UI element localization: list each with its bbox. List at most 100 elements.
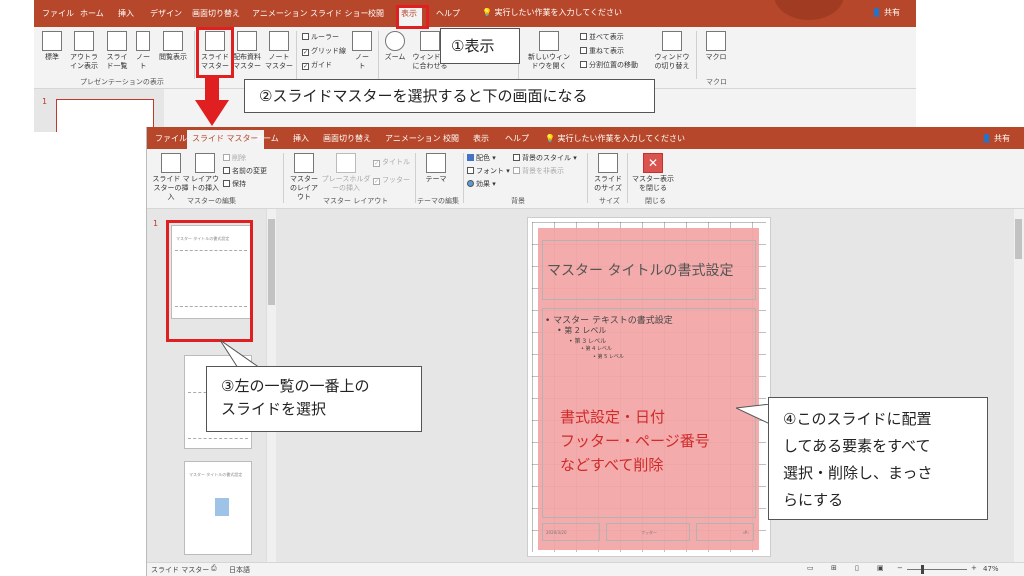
separator (463, 153, 464, 203)
outline-label: アウトライン表示 (70, 53, 98, 70)
delete-button[interactable]: 削除 (223, 153, 246, 163)
date-placeholder[interactable]: 2020/3/20 (542, 523, 600, 541)
tab-home[interactable]: ホーム (255, 133, 279, 144)
handout-master-icon (237, 31, 257, 51)
rename-button[interactable]: 名前の変更 (223, 166, 267, 176)
insert-placeholder-button[interactable]: プレースホルダーの挿入 (321, 153, 371, 193)
insert-layout-button[interactable]: レイアウトの挿入 (191, 153, 219, 193)
move-split-button[interactable]: 分割位置の移動 (580, 60, 638, 70)
tab-slide-master[interactable]: スライド マスター (187, 130, 264, 149)
callout-step4-line1: ④このスライドに配置 (783, 410, 932, 428)
footer-placeholder[interactable]: フッター (606, 523, 690, 541)
tell-me-box[interactable]: 💡 実行したい作業を入力してください (482, 7, 622, 18)
tab-home[interactable]: ホーム (80, 8, 104, 19)
notes-page-label: ノート (136, 53, 150, 70)
gridlines-checkbox[interactable]: ✓ グリッド線 (302, 46, 346, 56)
zoom-level[interactable]: 47% (983, 565, 999, 573)
tab-transitions[interactable]: 画面切り替え (192, 8, 240, 19)
tab-help[interactable]: ヘルプ (436, 8, 460, 19)
slide-sorter-button[interactable]: スライド一覧 (104, 31, 130, 71)
separator (194, 31, 195, 79)
slide-master-button-highlight (196, 27, 234, 78)
preserve-button[interactable]: 保持 (223, 179, 246, 189)
tab-slideshow[interactable]: スライド ショー (310, 8, 369, 19)
notes-toggle-button[interactable]: ノート (352, 31, 372, 71)
zoom-button[interactable]: ズーム (382, 31, 408, 62)
slideshow-icon[interactable]: ▣ (877, 564, 884, 572)
zoom-in-icon[interactable]: + (971, 564, 977, 572)
reading-view-button[interactable]: 閲覧表示 (156, 31, 190, 62)
reading-view-icon[interactable]: ▯ (855, 564, 859, 572)
normal-view-icon[interactable]: ▭ (807, 564, 814, 572)
tab-review[interactable]: 校閲 (368, 8, 384, 19)
tell-me-box[interactable]: 💡 実行したい作業を入力してください (545, 133, 685, 144)
footer-checkbox[interactable]: ✓ フッター (373, 175, 410, 185)
handout-master-button[interactable]: 配布資料マスター (232, 31, 262, 71)
arrange-all-button[interactable]: 並べて表示 (580, 32, 624, 42)
title-checkbox[interactable]: ✓ タイトル (373, 157, 410, 167)
slide-sorter-icon[interactable]: ⊞ (831, 564, 837, 572)
colors-dropdown[interactable]: 配色 ▾ (467, 153, 496, 163)
insert-layout-label: レイアウトの挿入 (191, 175, 219, 192)
cascade-button[interactable]: 重ねて表示 (580, 46, 624, 56)
tab-insert[interactable]: 挿入 (118, 8, 134, 19)
callout-step3-line2: スライドを選択 (221, 400, 327, 418)
scrollbar-thumb[interactable] (268, 219, 275, 305)
main-scrollbar[interactable] (1014, 209, 1024, 562)
new-window-button[interactable]: 新しいウィンドウを開く (526, 31, 572, 71)
outline-view-button[interactable]: アウトライン表示 (68, 31, 100, 71)
normal-label: 標準 (45, 53, 59, 61)
tab-help[interactable]: ヘルプ (505, 133, 529, 144)
tab-design[interactable]: デザイン (150, 8, 182, 19)
normal-view-button[interactable]: 標準 (40, 31, 64, 62)
switch-windows-button[interactable]: ウィンドウの切り替え (652, 31, 692, 71)
macros-icon (706, 31, 726, 51)
slide-number: 1 (153, 219, 159, 228)
spellcheck-icon[interactable]: ⎙ (211, 564, 217, 573)
scrollbar-thumb[interactable] (1015, 219, 1022, 259)
notes-master-button[interactable]: ノート マスター (264, 31, 294, 71)
down-arrow-icon (195, 100, 229, 126)
zoom-slider[interactable] (907, 569, 967, 570)
tab-insert[interactable]: 挿入 (293, 133, 309, 144)
ruler-checkbox[interactable]: ルーラー (302, 32, 339, 42)
callout-step2-text: ②スライドマスターを選択すると下の画面になる (259, 87, 588, 105)
group-edit-master: マスターの編集 (187, 197, 236, 205)
effects-label: 効果 (476, 180, 490, 188)
tab-review[interactable]: 校閲 (443, 133, 459, 144)
text-level-5: • 第 5 レベル (593, 354, 624, 360)
tab-view[interactable]: 表示 (473, 133, 489, 144)
layout-thumbnail[interactable]: マスター タイトルの書式設定 (184, 461, 252, 555)
share-button[interactable]: 👤 共有 (981, 133, 1010, 144)
guides-checkbox[interactable]: ✓ ガイド (302, 60, 332, 70)
magnifier-icon (385, 31, 405, 51)
master-slide-canvas[interactable]: マスター タイトルの書式設定 • マスター テキストの書式設定 • 第 2 レベ… (527, 217, 771, 557)
delete-note-line-3: などすべて削除 (560, 456, 664, 474)
slide-number-placeholder[interactable]: ‹#› (696, 523, 754, 541)
tab-file[interactable]: ファイル (42, 8, 74, 19)
back-slide-thumbnail[interactable] (56, 99, 154, 132)
zoom-out-icon[interactable]: − (897, 564, 903, 572)
group-size: サイズ (599, 197, 620, 205)
language-status[interactable]: 日本語 (229, 565, 250, 575)
tab-transitions[interactable]: 画面切り替え (323, 133, 371, 144)
hide-background-checkbox[interactable]: 背景を非表示 (513, 166, 564, 176)
themes-button[interactable]: テーマ (423, 153, 449, 184)
slide-size-button[interactable]: スライドのサイズ (593, 153, 623, 193)
master-layout-button[interactable]: マスターのレイアウト (287, 153, 321, 202)
tab-animations[interactable]: アニメーション (385, 133, 441, 144)
title-placeholder[interactable]: マスター タイトルの書式設定 (542, 240, 756, 300)
fonts-label: フォント (476, 167, 504, 175)
tab-animations[interactable]: アニメーション (252, 8, 308, 19)
insert-slide-master-button[interactable]: スライド マスターの挿入 (151, 153, 191, 202)
macros-button[interactable]: マクロ (704, 31, 728, 62)
zoom-slider-thumb[interactable] (921, 565, 924, 574)
background-styles-dropdown[interactable]: 背景のスタイル ▾ (513, 153, 577, 163)
share-button[interactable]: 👤 共有 (871, 7, 900, 18)
fonts-dropdown[interactable]: フォント ▾ (467, 166, 510, 176)
effects-dropdown[interactable]: 効果 ▾ (467, 179, 496, 189)
notes-page-button[interactable]: ノート (134, 31, 152, 71)
tab-file[interactable]: ファイル (155, 133, 187, 144)
close-master-view-button[interactable]: ✕ マスター表示を閉じる (631, 153, 675, 193)
decor-circle (774, 0, 844, 20)
